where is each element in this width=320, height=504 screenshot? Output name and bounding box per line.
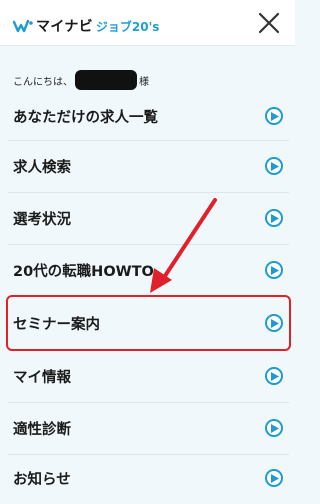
menu-item-label: 求人検索 — [13, 159, 71, 176]
chevron-right-circle-icon — [265, 107, 283, 125]
chevron-right-circle-icon — [265, 261, 283, 279]
logo-sub-text: ジョブ20's — [95, 19, 160, 34]
menu-item-seminar[interactable]: セミナー案内 — [0, 297, 295, 349]
redacted-username — [75, 70, 137, 90]
menu-item-aptitude-test[interactable]: 適性診断 — [0, 402, 295, 454]
menu-item-notifications[interactable]: お知らせ — [0, 452, 295, 504]
chevron-right-circle-icon — [265, 157, 283, 175]
greeting-prefix: こんにちは、 — [13, 76, 73, 88]
greeting-suffix: 様 — [139, 76, 149, 88]
chevron-right-circle-icon — [265, 314, 283, 332]
menu-item-job-search[interactable]: 求人検索 — [0, 140, 295, 192]
header: マイナビ ジョブ20's — [0, 0, 295, 46]
menu-item-howto[interactable]: 20代の転職HOWTO — [0, 244, 295, 296]
close-icon — [258, 12, 280, 34]
menu-item-label: セミナー案内 — [13, 316, 100, 333]
menu-item-label: 適性診断 — [13, 421, 71, 438]
chevron-right-circle-icon — [265, 209, 283, 227]
chevron-right-circle-icon — [265, 469, 283, 487]
menu-item-label: 20代の転職HOWTO — [13, 263, 154, 280]
logo-main-text: マイナビ — [36, 19, 93, 35]
menu-item-label: マイ情報 — [13, 369, 71, 386]
menu-item-selection-status[interactable]: 選考状況 — [0, 192, 295, 244]
chevron-right-circle-icon — [265, 367, 283, 385]
greeting: こんにちは、 様 — [13, 69, 149, 91]
menu-item-label: あなただけの求人一覧 — [13, 109, 158, 126]
logo-mark-icon — [13, 19, 33, 33]
close-button[interactable] — [254, 8, 284, 38]
menu-item-my-info[interactable]: マイ情報 — [0, 350, 295, 402]
logo[interactable]: マイナビ ジョブ20's — [13, 16, 159, 36]
menu-item-label: お知らせ — [13, 471, 71, 488]
chevron-right-circle-icon — [265, 419, 283, 437]
menu-item-label: 選考状況 — [13, 211, 71, 228]
menu-item-recommended-jobs[interactable]: あなただけの求人一覧 — [0, 90, 295, 142]
